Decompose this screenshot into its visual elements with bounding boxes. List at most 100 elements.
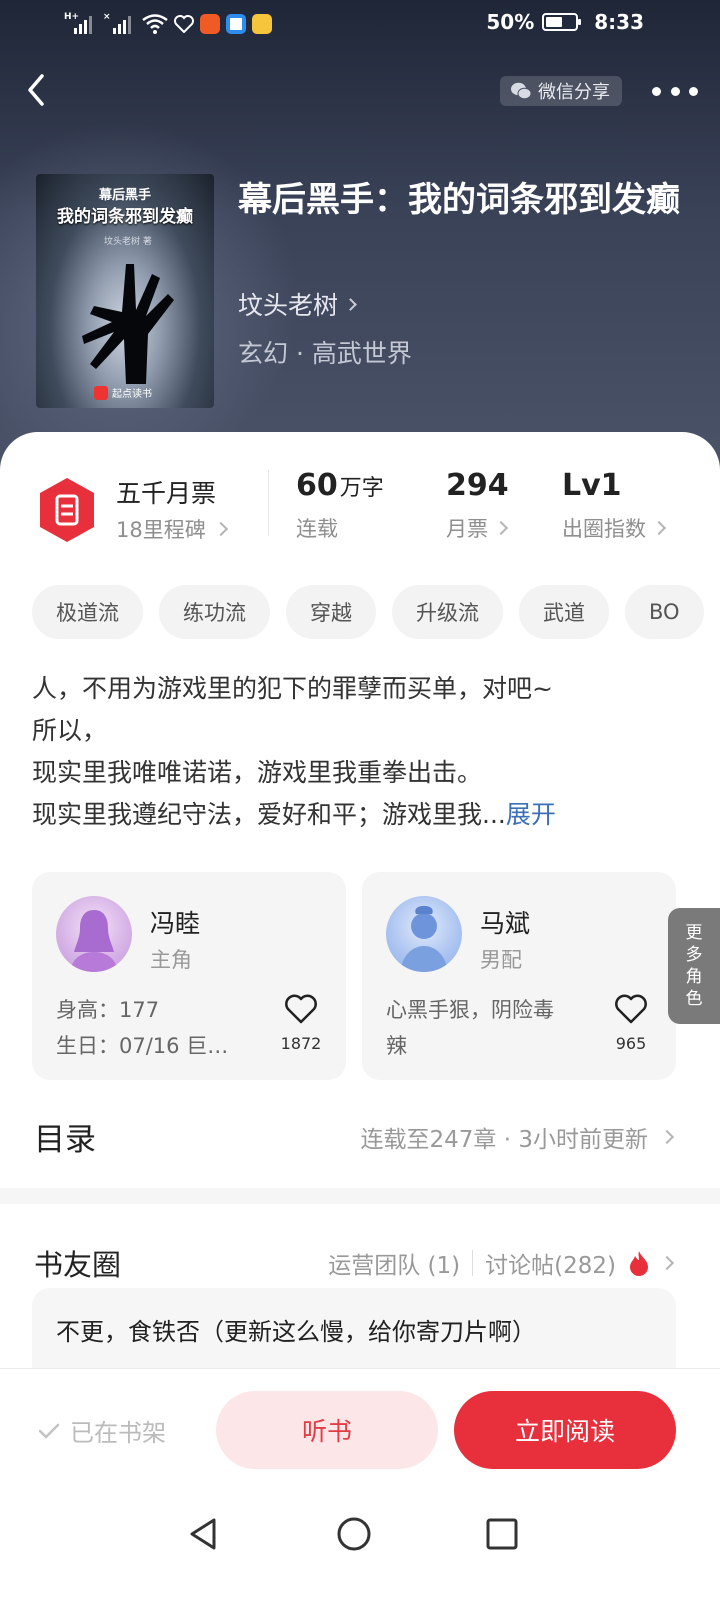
author-name: 坟头老树 — [238, 291, 339, 320]
character-description: 心黑手狠，阴险毒 辣 — [386, 998, 554, 1058]
heart-app-icon — [174, 15, 194, 33]
on-shelf-label: 已在书架 — [70, 1419, 166, 1447]
milestone-title: 五千月票 — [116, 479, 217, 508]
more-dot — [652, 86, 661, 96]
heart-icon — [285, 994, 317, 1024]
votes-value: 294 — [446, 468, 509, 503]
status-icons-left: H+ × — [64, 12, 272, 36]
like-count: 1872 — [280, 1034, 322, 1053]
character-avatar — [56, 896, 132, 972]
book-synopsis[interactable]: 人，不用为游戏里的犯下的罪孽而买单，对吧~ 所以， 现实里我唯唯诺诺，游戏里我重… — [32, 668, 692, 836]
battery-percent: 50% — [486, 10, 535, 34]
read-now-button[interactable]: 立即阅读 — [454, 1391, 676, 1469]
tag-chip[interactable]: 武道 — [519, 585, 609, 639]
post-text: 不更，食铁否（更新这么慢，给你寄刀片啊） — [56, 1318, 536, 1346]
tag-chip[interactable]: 升级流 — [392, 585, 503, 639]
monthly-ticket-badge-icon[interactable] — [36, 476, 98, 544]
discussion-post-preview[interactable]: 不更，食铁否（更新这么慢，给你寄刀片啊） — [32, 1288, 676, 1378]
heart-icon — [615, 994, 647, 1024]
votes-label: 月票 — [446, 517, 488, 541]
character-role: 男配 — [480, 948, 522, 972]
more-options-button[interactable] — [652, 78, 698, 104]
book-cover[interactable]: 幕后黑手 我的词条邪到发癫 坟头老树 著 起点读书 — [36, 174, 214, 408]
character-role: 主角 — [150, 948, 192, 972]
popularity-index-stat[interactable]: Lv1 出圈指数 — [562, 468, 667, 543]
discussion-count: 讨论帖(282) — [485, 1253, 616, 1279]
tag-chip[interactable]: BO — [625, 585, 704, 639]
cover-publisher: 起点读书 — [94, 385, 152, 400]
status-icons-right: 50% 8:33 — [486, 10, 644, 34]
cover-hand-illustration — [82, 264, 174, 384]
signal-icon-2: × — [103, 12, 136, 34]
listen-button[interactable]: 听书 — [216, 1391, 438, 1469]
book-title: 幕后黑手：我的词条邪到发癫 — [238, 180, 680, 220]
more-dot — [689, 86, 698, 96]
tag-chip[interactable]: 极道流 — [32, 585, 143, 639]
more-dot — [670, 86, 680, 96]
tag-chip[interactable]: 穿越 — [286, 585, 376, 639]
book-genre: 玄幻 · 高武世界 — [238, 339, 412, 368]
nav-back-icon[interactable] — [184, 1514, 224, 1554]
author-link[interactable]: 坟头老树 — [238, 286, 357, 322]
bottom-action-bar: 已在书架 听书 立即阅读 — [0, 1368, 720, 1490]
section-divider — [0, 1188, 720, 1204]
expand-link[interactable]: 展开 — [506, 800, 556, 829]
chevron-right-icon — [651, 520, 667, 536]
monthly-votes-stat[interactable]: 294 月票 — [446, 468, 509, 543]
more-characters-tab[interactable]: 更 多 角 色 — [668, 908, 720, 1024]
milestone-sub: 18里程碑 — [116, 518, 206, 542]
divider — [472, 1250, 474, 1276]
nav-recents-icon[interactable] — [482, 1514, 522, 1554]
chevron-right-icon — [659, 1255, 675, 1271]
chevron-right-icon — [213, 521, 228, 537]
character-avatar — [386, 896, 462, 972]
synopsis-line: 现实里我唯唯诺诺，游戏里我重拳出击。 — [32, 758, 483, 787]
word-count-value: 60 — [296, 468, 338, 503]
character-like-button[interactable]: 1872 — [276, 994, 326, 1053]
character-description: 身高：177 生日：07/16 巨… — [56, 998, 229, 1058]
word-count-label: 连载 — [296, 517, 338, 541]
signal-icon: H+ — [64, 12, 97, 34]
status-bar: H+ × 50% 8:33 — [0, 0, 720, 48]
book-circle-title[interactable]: 书友圈 — [34, 1242, 121, 1284]
orange-app-icon — [200, 14, 220, 34]
wechat-share-button[interactable]: 微信分享 — [500, 76, 622, 106]
tag-chip[interactable]: 练功流 — [159, 585, 270, 639]
share-label: 微信分享 — [538, 82, 610, 103]
word-count-stat: 60 万字 连载 — [296, 468, 384, 543]
tag-list: 极道流 练功流 穿越 升级流 武道 BO — [32, 585, 720, 639]
catalog-title[interactable]: 目录 — [34, 1114, 96, 1159]
cover-title-top: 幕后黑手 — [98, 188, 151, 203]
synopsis-line: 人，不用为游戏里的犯下的罪孽而买单，对吧~ — [32, 674, 553, 703]
ops-team-count: 运营团队 (1) — [328, 1253, 461, 1279]
wechat-icon — [511, 82, 532, 100]
character-name: 冯睦 — [150, 909, 201, 938]
catalog-update-info: 连载至247章 · 3小时前更新 — [360, 1127, 648, 1153]
back-arrow-icon[interactable] — [18, 70, 58, 110]
like-count: 965 — [615, 1034, 647, 1053]
publisher-logo-icon — [94, 385, 108, 400]
nav-home-icon[interactable] — [334, 1514, 374, 1554]
index-label: 出圈指数 — [562, 517, 646, 541]
character-card[interactable]: 冯睦 主角 身高：177 生日：07/16 巨… 1872 — [32, 872, 346, 1080]
chevron-right-icon — [344, 297, 357, 311]
character-like-button[interactable]: 965 — [606, 994, 656, 1053]
book-circle-stats[interactable]: 运营团队 (1) 讨论帖(282) — [328, 1246, 675, 1280]
catalog-update-link[interactable]: 连载至247章 · 3小时前更新 — [360, 1120, 675, 1154]
synopsis-line: 现实里我遵纪守法，爱好和平；游戏里我...展开 — [32, 800, 556, 829]
on-shelf-status: 已在书架 — [38, 1413, 166, 1448]
battery-icon — [542, 13, 582, 31]
chevron-right-icon — [659, 1129, 675, 1145]
character-card[interactable]: 马斌 男配 心黑手狠，阴险毒 辣 965 — [362, 872, 676, 1080]
fire-icon — [630, 1251, 648, 1276]
female-silhouette-icon — [70, 910, 118, 972]
clock-time: 8:33 — [594, 10, 644, 34]
wifi-icon — [142, 14, 168, 34]
synopsis-line: 所以， — [32, 716, 108, 745]
system-navigation-bar — [0, 1490, 720, 1600]
character-name: 马斌 — [480, 909, 531, 938]
chevron-right-icon — [493, 520, 509, 536]
browser-app-icon — [226, 14, 246, 34]
tasks-app-icon — [252, 14, 272, 34]
milestone-link[interactable]: 18里程碑 — [116, 514, 228, 544]
